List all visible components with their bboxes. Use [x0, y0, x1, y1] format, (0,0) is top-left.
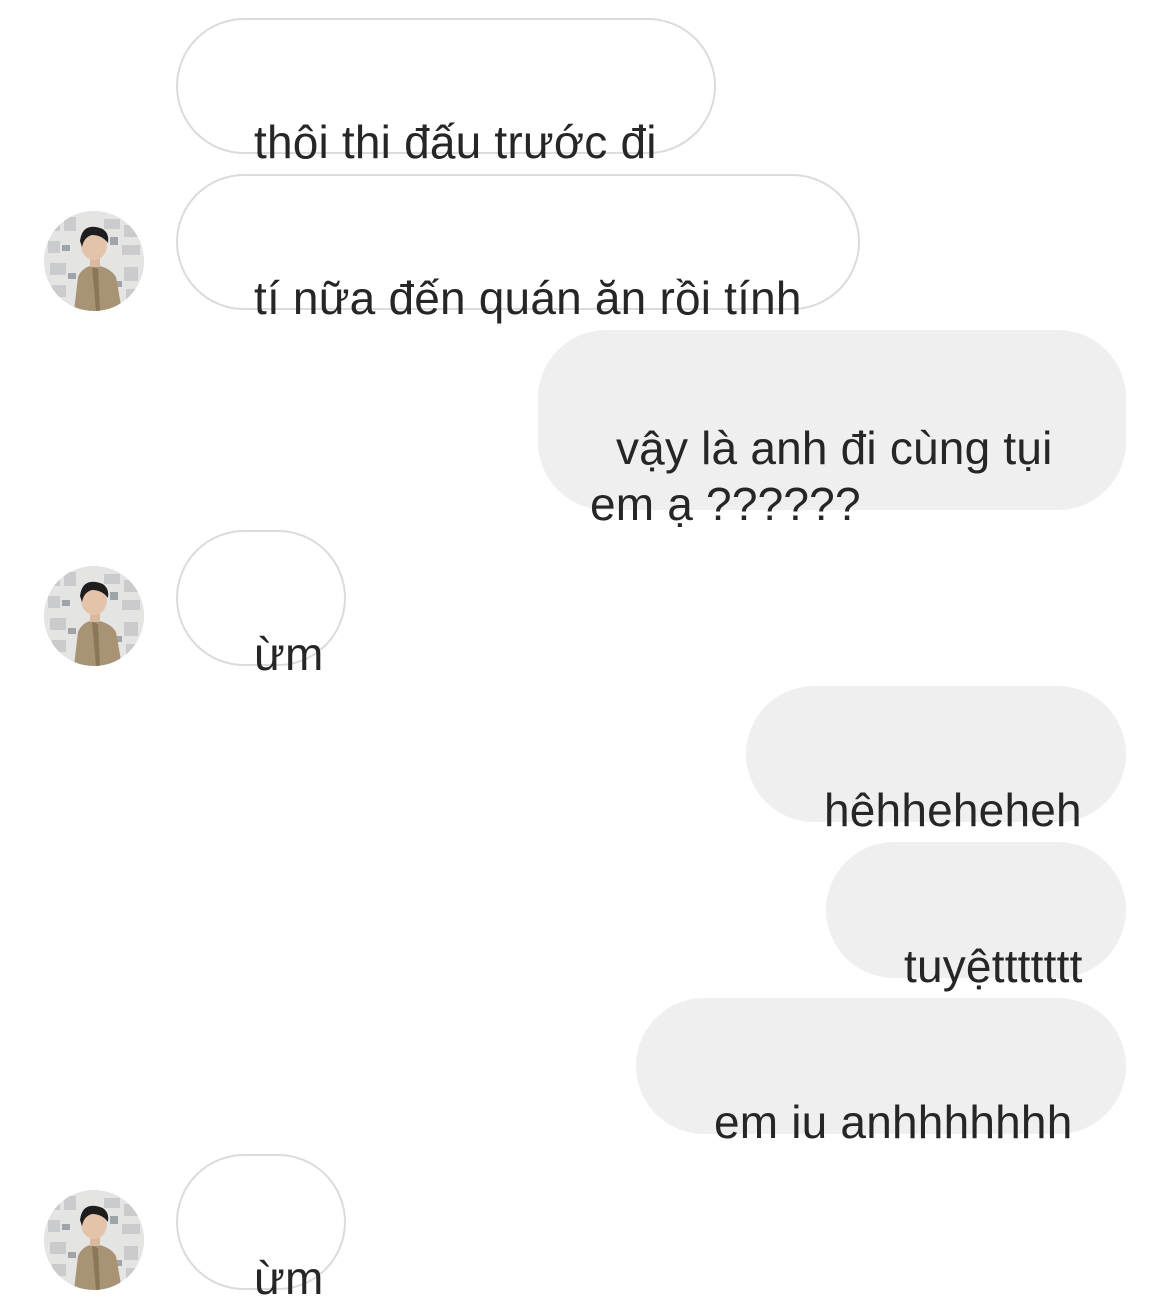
contact-avatar[interactable]: [44, 566, 144, 666]
message-bubble-outgoing[interactable]: hêhheheheh: [746, 686, 1126, 836]
message-bubble-outgoing[interactable]: tuyệttttttt: [826, 842, 1126, 992]
profile-photo-avatar: [44, 1190, 144, 1290]
message-text: thôi thi đấu trước đi: [253, 116, 657, 168]
message-bubble-outgoing[interactable]: em iu anhhhhhhh: [636, 998, 1126, 1148]
message-text: hêhheheheh: [823, 784, 1082, 836]
message-text: ừm: [253, 1252, 324, 1304]
message-bubble-incoming[interactable]: thôi thi đấu trước đi: [176, 18, 716, 168]
profile-photo-avatar: [44, 211, 144, 311]
message-text: vậy là anh đi cùng tụi em ạ ??????: [590, 422, 1066, 530]
contact-avatar[interactable]: [44, 211, 144, 311]
profile-photo-avatar: [44, 566, 144, 666]
message-bubble-incoming[interactable]: ừm: [176, 1154, 346, 1304]
chat-screen: { "colors": { "incoming_bubble_bg": "#ff…: [0, 0, 1170, 1304]
message-bubble-incoming[interactable]: tí nữa đến quán ăn rồi tính: [176, 174, 860, 324]
message-bubble-incoming[interactable]: ừm: [176, 530, 346, 680]
message-bubble-outgoing[interactable]: vậy là anh đi cùng tụi em ạ ??????: [538, 330, 1126, 530]
contact-avatar[interactable]: [44, 1190, 144, 1290]
message-text: ừm: [253, 628, 324, 680]
message-text: tuyệttttttt: [903, 940, 1083, 992]
message-text: em iu anhhhhhhh: [713, 1096, 1073, 1148]
message-text: tí nữa đến quán ăn rồi tính: [253, 272, 802, 324]
